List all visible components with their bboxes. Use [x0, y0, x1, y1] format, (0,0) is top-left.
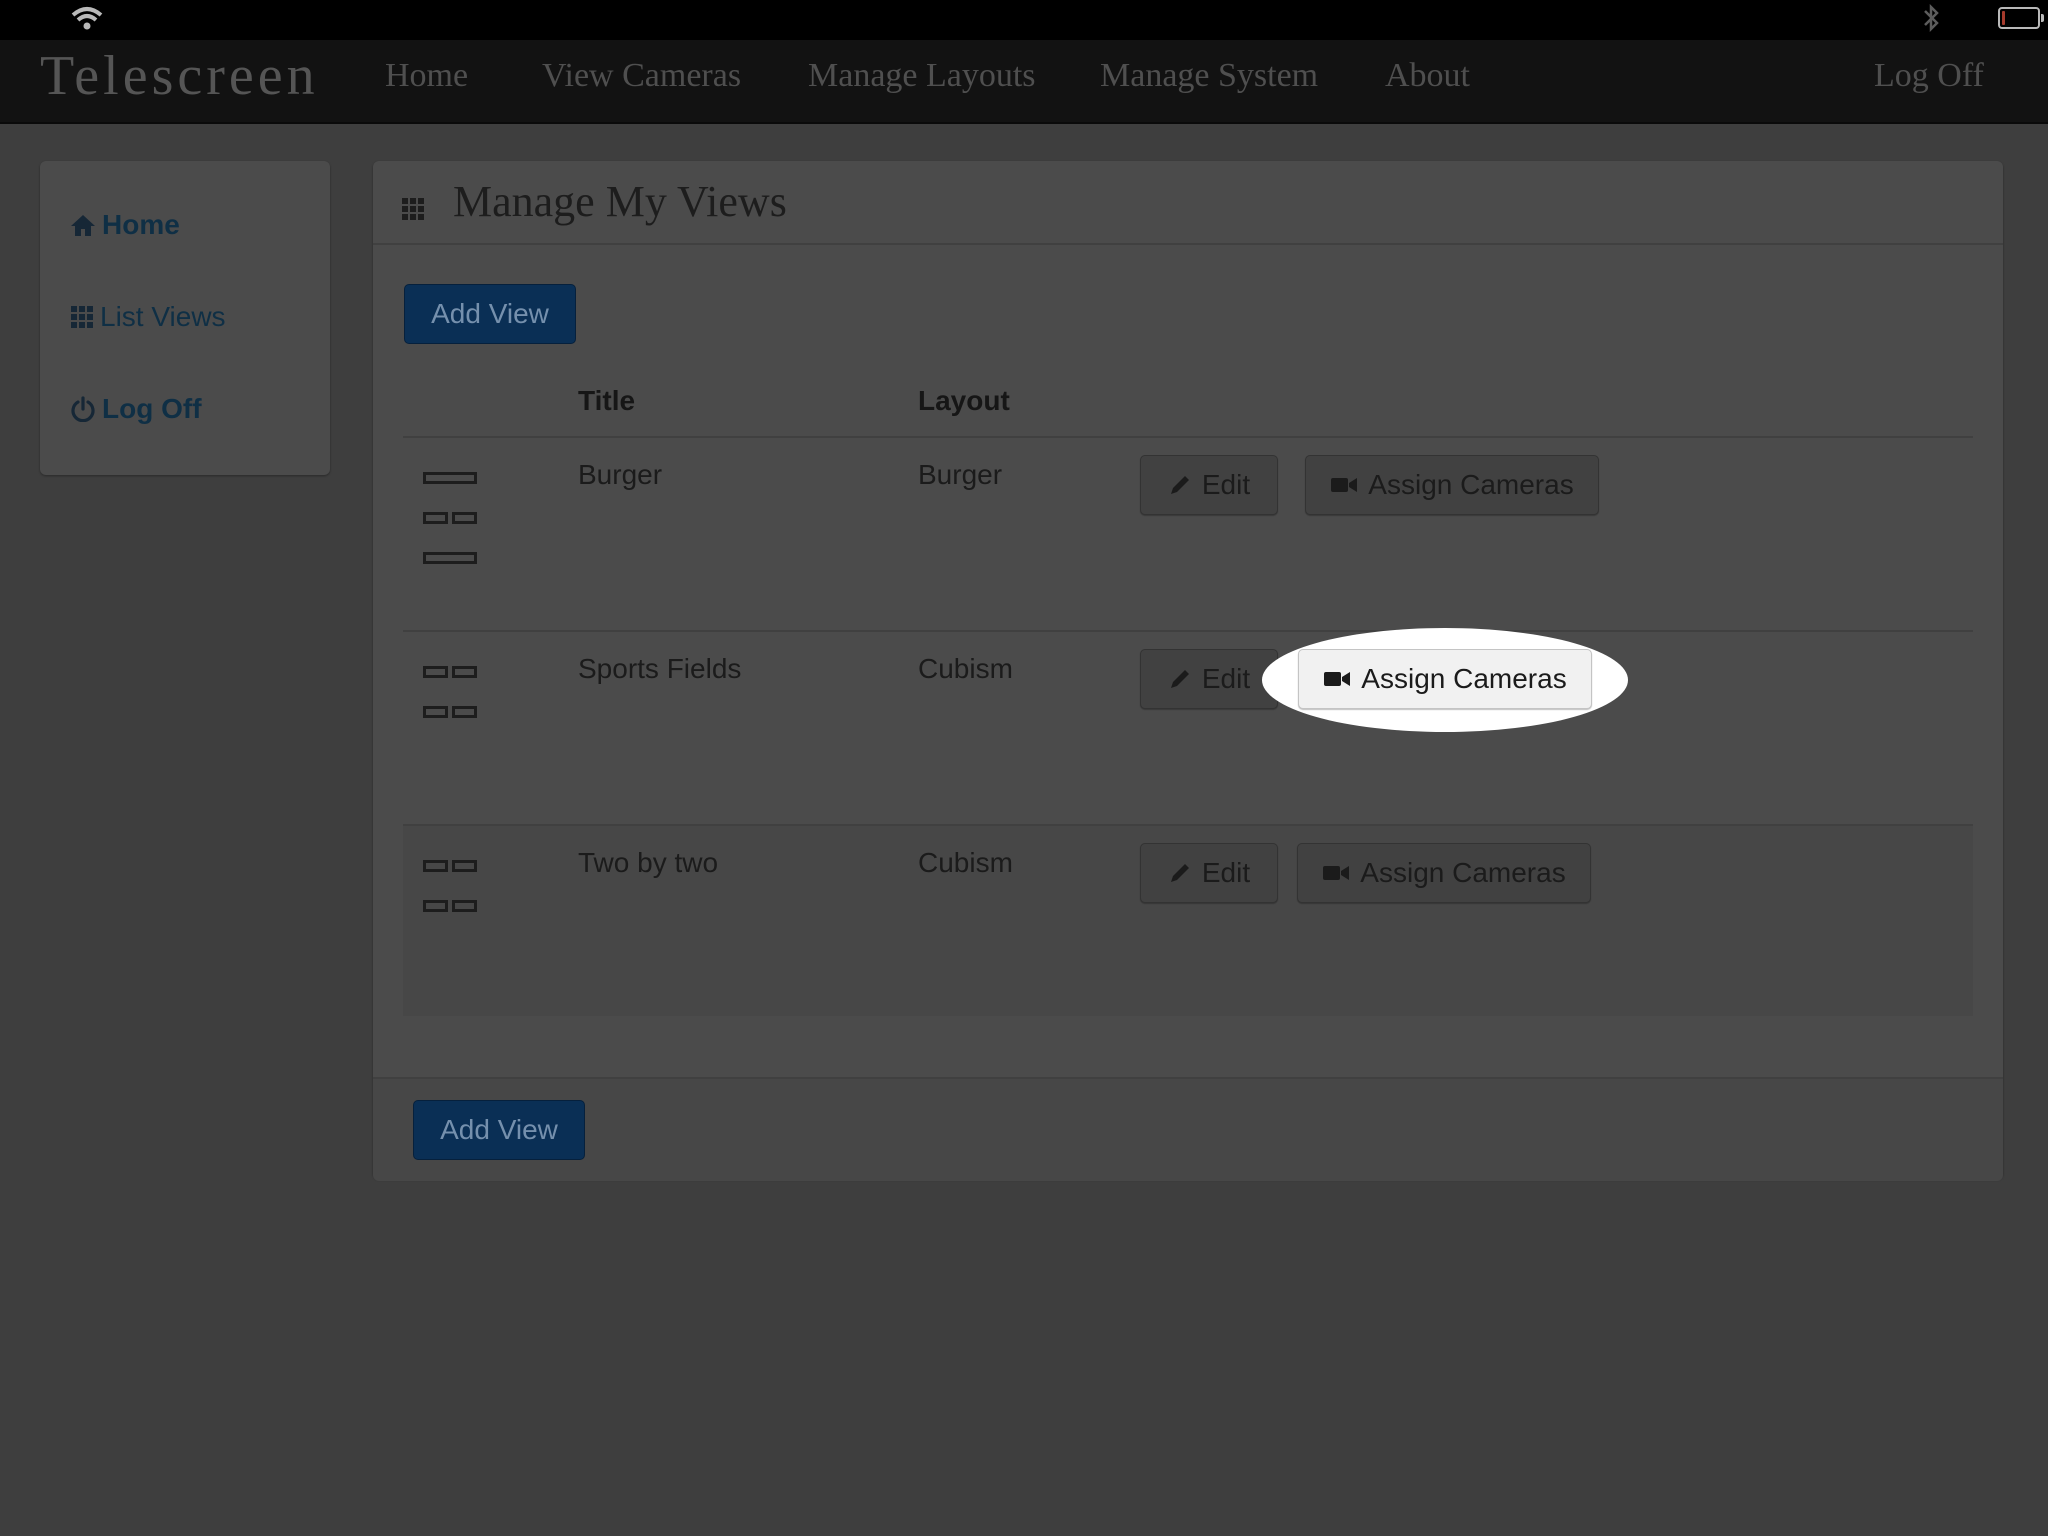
video-camera-icon: [1324, 672, 1351, 686]
row-layout: Cubism: [918, 847, 1013, 878]
battery-icon: [1998, 6, 2044, 29]
pencil-icon: [1170, 476, 1189, 494]
edit-label: Edit: [1201, 469, 1251, 500]
battery-level: [2002, 10, 2005, 25]
power-icon: [71, 396, 95, 422]
table-row: Sports Fields Cubism Edit: [403, 632, 1973, 824]
assign-cameras-label: Assign Cameras: [1368, 469, 1574, 500]
panel-header: Manage My Views: [373, 161, 2003, 245]
add-view-button[interactable]: Add View: [404, 284, 576, 344]
grid-icon: [71, 306, 93, 328]
sidebar-item-label: Home: [102, 209, 180, 240]
sidebar-item-list-views[interactable]: List Views: [70, 301, 226, 333]
status-time: 1:57 PM: [971, 3, 1077, 34]
nav-view-cameras[interactable]: View Cameras: [542, 57, 741, 95]
table-row: Burger Burger Edit Assign Cameras: [403, 438, 1973, 630]
pencil-icon: [1170, 670, 1189, 688]
sidebar: Home List Views Log Off: [40, 161, 330, 475]
row-title: Burger: [578, 459, 663, 490]
sidebar-item-label: Log Off: [102, 393, 202, 424]
sidebar-item-label: List Views: [100, 301, 226, 332]
column-header-title: Title: [578, 385, 636, 416]
video-camera-icon: [1331, 478, 1358, 492]
table-row: Two by two Cubism Edit Assign Cameras: [403, 826, 1973, 1016]
edit-label: Edit: [1201, 663, 1251, 694]
row-layout: Cubism: [918, 653, 1013, 684]
grid-icon: [402, 198, 424, 220]
video-camera-icon: [1323, 866, 1350, 880]
nav-home[interactable]: Home: [385, 57, 468, 95]
assign-cameras-label: Assign Cameras: [1360, 857, 1566, 888]
sidebar-item-home[interactable]: Home: [70, 209, 180, 241]
assign-cameras-button[interactable]: Assign Cameras: [1297, 843, 1591, 903]
row-title: Two by two: [578, 847, 719, 878]
assign-cameras-button[interactable]: Assign Cameras: [1298, 649, 1592, 709]
footer-add-view-button[interactable]: Add View: [413, 1100, 585, 1160]
layout-thumbnail: [403, 438, 503, 630]
assign-cameras-button[interactable]: Assign Cameras: [1305, 455, 1599, 515]
status-right: 9%: [1923, 2, 2044, 33]
layout-thumbnail: [403, 826, 503, 1016]
edit-button[interactable]: Edit: [1140, 649, 1278, 709]
edit-label: Edit: [1201, 857, 1251, 888]
pencil-icon: [1170, 864, 1189, 882]
row-title: Sports Fields: [578, 653, 742, 684]
layout-thumbnail: [403, 632, 503, 824]
page-title: Manage My Views: [453, 177, 787, 226]
brand-logo[interactable]: Telescreen: [40, 44, 319, 108]
nav-manage-layouts[interactable]: Manage Layouts: [808, 57, 1036, 95]
column-header-layout: Layout: [918, 385, 1010, 416]
main-panel: Manage My Views Add View Title Layout Bu…: [373, 161, 2003, 1181]
bluetooth-icon: [1924, 3, 1939, 32]
home-icon: [71, 215, 95, 236]
nav-about[interactable]: About: [1385, 57, 1470, 95]
battery-percent: 9%: [1948, 2, 1988, 32]
nav-log-off[interactable]: Log Off: [1874, 57, 1984, 95]
panel-footer: Add View: [373, 1077, 2003, 1181]
sidebar-item-log-off[interactable]: Log Off: [70, 393, 202, 425]
assign-cameras-label: Assign Cameras: [1361, 663, 1567, 694]
nav-manage-system[interactable]: Manage System: [1100, 57, 1318, 95]
edit-button[interactable]: Edit: [1140, 843, 1278, 903]
edit-button[interactable]: Edit: [1140, 455, 1278, 515]
row-layout: Burger: [918, 459, 1003, 490]
